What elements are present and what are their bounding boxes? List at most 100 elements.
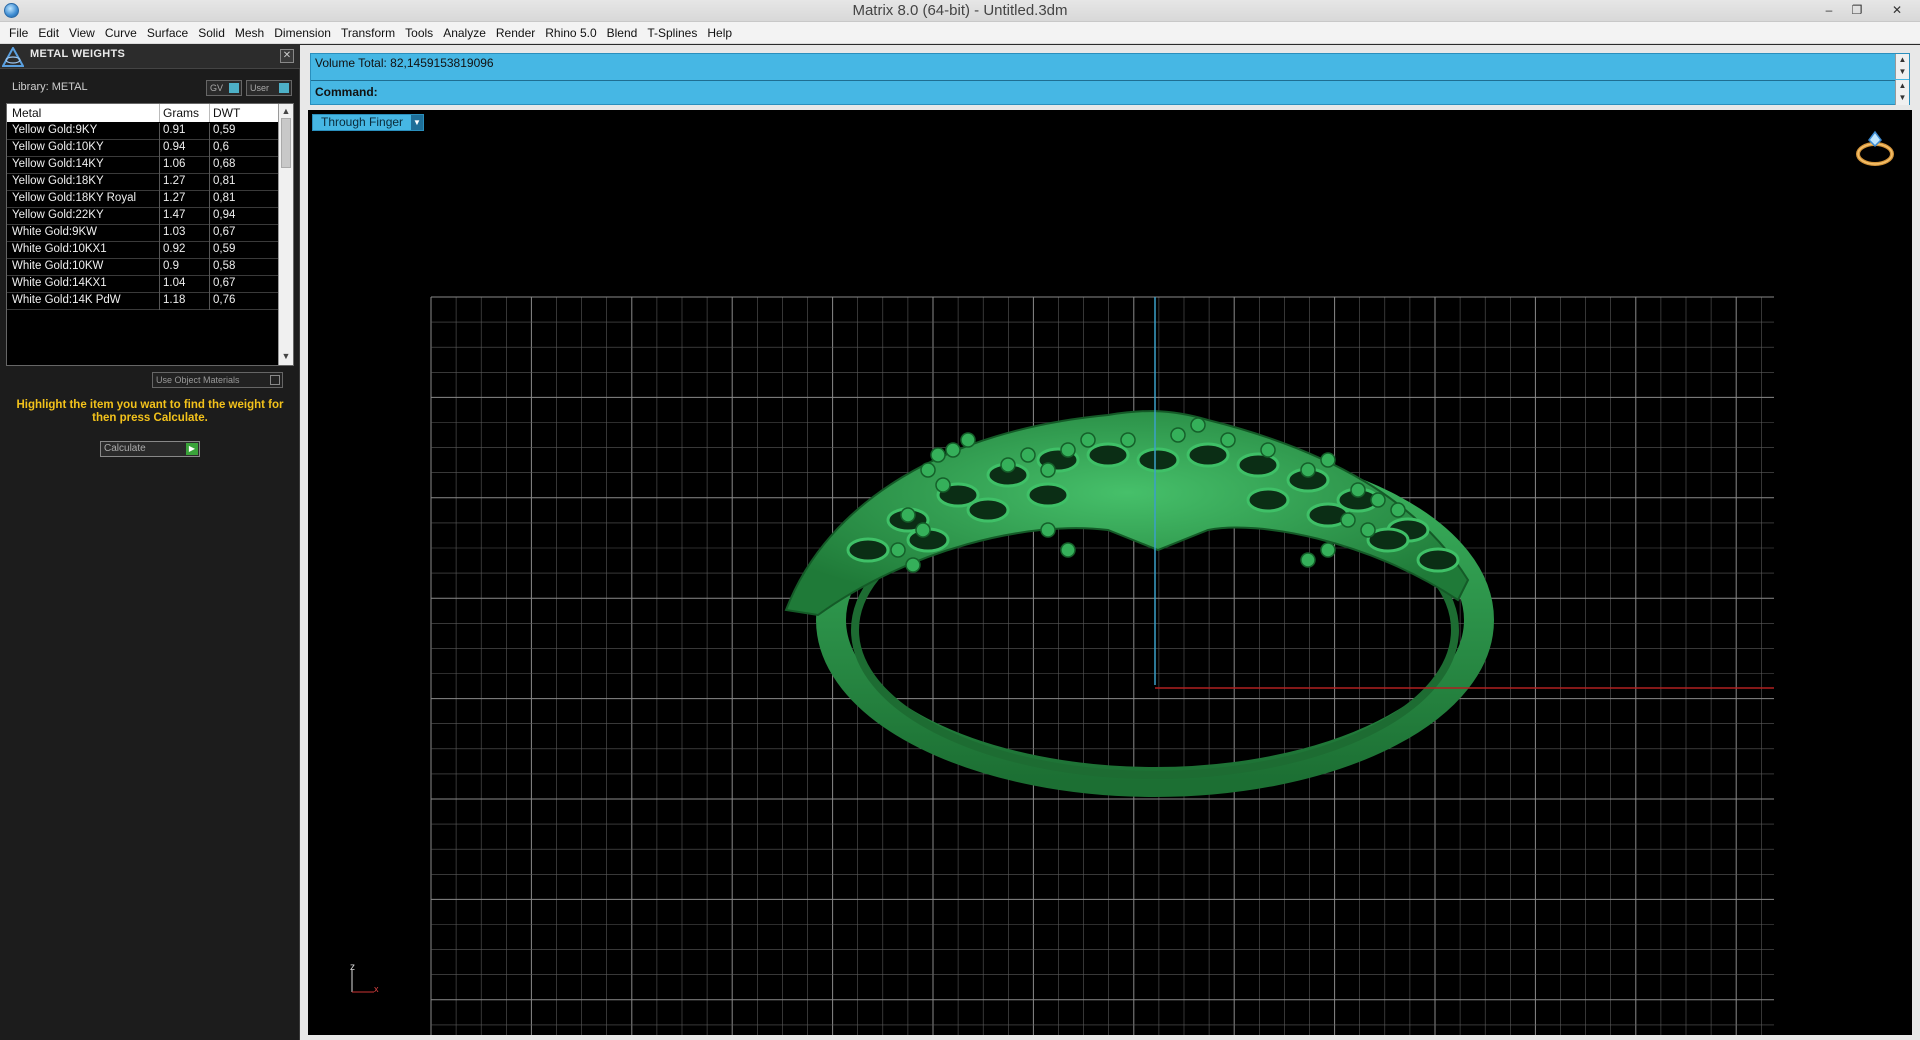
table-scrollbar[interactable]: ▲ ▼ [278,104,293,365]
column-divider [159,208,160,225]
metal-cell: Yellow Gold:9KY [12,124,98,136]
table-row[interactable]: Yellow Gold:18KY 1.27 0,81 [7,174,279,191]
column-divider [159,157,160,174]
table-row[interactable]: Yellow Gold:18KY Royal 1.27 0,81 [7,191,279,208]
user-toggle-label: User [250,83,270,93]
bead [1320,542,1336,558]
command-prompt[interactable]: Command: [315,85,378,99]
play-icon: ▶ [186,443,198,455]
use-object-materials-label: Use Object Materials [156,375,240,385]
column-divider [159,174,160,191]
grams-cell: 0.94 [163,141,186,153]
ring-icon[interactable] [1853,128,1897,168]
dwt-cell: 0,68 [213,158,236,170]
column-divider [209,259,210,276]
menu-mesh[interactable]: Mesh [230,22,269,44]
table-row[interactable]: White Gold:10KW 0.9 0,58 [7,259,279,276]
table-row[interactable]: Yellow Gold:10KY 0.94 0,6 [7,140,279,157]
3d-viewport[interactable]: Through Finger ▼ z x [308,110,1912,1035]
menu-blend[interactable]: Blend [602,22,643,44]
column-divider [209,104,210,122]
close-window-button[interactable]: ✕ [1884,1,1910,19]
ring-model[interactable] [308,110,1912,1035]
menu-curve[interactable]: Curve [100,22,142,44]
grams-cell: 1.27 [163,175,186,187]
menu-help[interactable]: Help [702,22,737,44]
menu-view[interactable]: View [64,22,100,44]
grams-cell: 0.91 [163,124,186,136]
column-divider [159,191,160,208]
table-header: Metal Grams DWT [7,104,279,122]
grams-cell: 0.92 [163,243,186,255]
table-row[interactable]: Yellow Gold:9KY 0.91 0,59 [7,123,279,140]
column-divider [159,140,160,157]
bead [930,447,946,463]
gv-toggle-label: GV [210,83,224,93]
app-window: Matrix 8.0 (64-bit) - Untitled.3dm – ❐ ✕… [0,0,1920,1040]
menu-rhino[interactable]: Rhino 5.0 [540,22,601,44]
metal-cell: White Gold:14K PdW [12,294,121,306]
panel-close-button[interactable]: ✕ [280,49,294,63]
column-header-dwt[interactable]: DWT [213,106,240,120]
command-scroll-icon[interactable]: ▲ ▼ [1895,80,1909,105]
column-divider [209,191,210,208]
bead [1260,442,1276,458]
dwt-cell: 0,58 [213,260,236,272]
user-toggle[interactable]: User [246,80,292,96]
scroll-up-icon[interactable]: ▲ [281,106,291,118]
column-divider [209,208,210,225]
menu-surface[interactable]: Surface [142,22,193,44]
table-row[interactable]: White Gold:10KX1 0.92 0,59 [7,242,279,259]
menu-tsplines[interactable]: T-Splines [642,22,702,44]
filigree-cell [1026,482,1070,508]
gv-toggle[interactable]: GV [206,80,242,96]
view-dropdown[interactable]: Through Finger ▼ [312,114,424,131]
metal-weights-panel: METAL WEIGHTS ✕ Library: METAL GV User M… [0,45,300,1040]
column-divider [159,293,160,310]
bead [920,462,936,478]
minimize-button[interactable]: – [1816,1,1842,19]
bead [905,557,921,573]
calculate-button[interactable]: Calculate ▶ [100,441,200,457]
menu-render[interactable]: Render [491,22,540,44]
column-header-metal[interactable]: Metal [12,106,41,120]
maximize-button[interactable]: ❐ [1844,1,1870,19]
scroll-down-icon[interactable]: ▼ [281,351,291,363]
menu-tools[interactable]: Tools [400,22,438,44]
grams-cell: 1.03 [163,226,186,238]
column-divider [209,276,210,293]
history-scroll-icon[interactable]: ▲ ▼ [1895,54,1909,79]
column-divider [209,157,210,174]
chevron-down-icon: ▼ [411,115,423,130]
bead [1020,447,1036,463]
bead [1190,417,1206,433]
use-object-materials-toggle[interactable]: Use Object Materials [152,372,283,388]
scroll-thumb[interactable] [281,118,291,168]
menu-transform[interactable]: Transform [336,22,400,44]
metal-cell: Yellow Gold:10KY [12,141,104,153]
table-row[interactable]: Yellow Gold:14KY 1.06 0,68 [7,157,279,174]
menu-solid[interactable]: Solid [193,22,230,44]
table-row[interactable]: White Gold:14KX1 1.04 0,67 [7,276,279,293]
matrix-logo-icon [2,47,24,67]
filigree-cell [1136,447,1180,473]
command-divider [311,80,1897,81]
column-header-grams[interactable]: Grams [163,106,199,120]
menu-dimension[interactable]: Dimension [269,22,336,44]
menu-analyze[interactable]: Analyze [438,22,491,44]
bead [1300,552,1316,568]
table-row[interactable]: White Gold:9KW 1.03 0,67 [7,225,279,242]
bead [1370,492,1386,508]
table-row[interactable]: Yellow Gold:22KY 1.47 0,94 [7,208,279,225]
window-title: Matrix 8.0 (64-bit) - Untitled.3dm [852,2,1068,19]
filigree-cell [1246,487,1290,513]
table-row[interactable]: White Gold:14K PdW 1.18 0,76 [7,293,279,310]
metal-cell: Yellow Gold:22KY [12,209,104,221]
work-area: Volume Total: 82,1459153819096 Command: … [300,45,1920,1040]
dwt-cell: 0,94 [213,209,236,221]
bead [1220,432,1236,448]
menu-file[interactable]: File [4,22,33,44]
panel-header: METAL WEIGHTS ✕ [0,45,300,69]
bead [1080,432,1096,448]
menu-edit[interactable]: Edit [33,22,64,44]
